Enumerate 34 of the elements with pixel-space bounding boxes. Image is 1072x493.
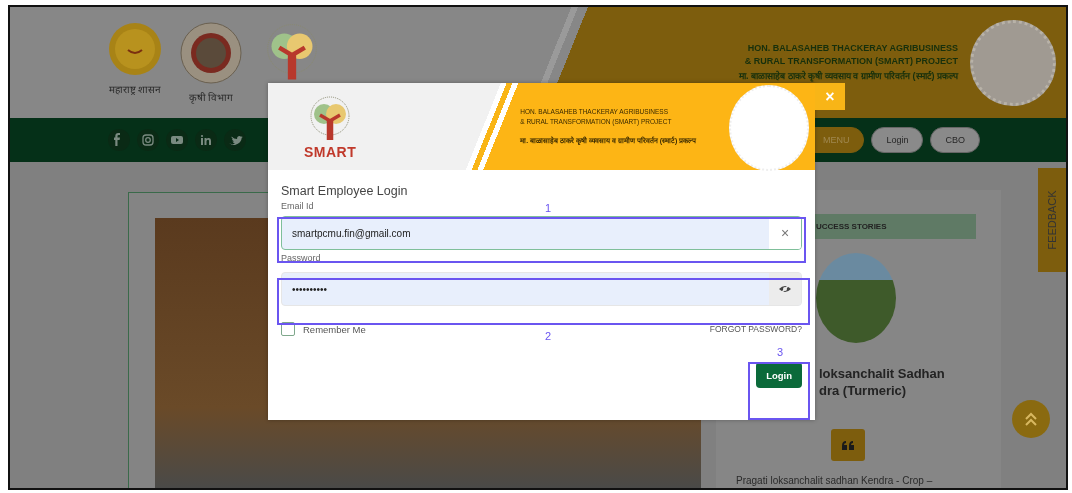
twitter-icon [224, 129, 246, 151]
field-label: Password [281, 253, 321, 263]
project-title: & RURAL TRANSFORMATION (SMART) PROJECT [744, 56, 958, 66]
checkbox-label: Remember Me [303, 323, 366, 335]
annotation-number: 2 [545, 330, 552, 342]
department-emblem-icon [180, 21, 242, 84]
forgot-password-link[interactable]: FORGOT PASSWORD? [709, 324, 802, 334]
logo-text: SMART [304, 144, 357, 159]
story-title: dra (Turmeric) [819, 382, 908, 399]
youtube-icon [166, 129, 188, 151]
annotation-box [748, 362, 810, 420]
remember-checkbox[interactable] [281, 322, 295, 336]
double-chevron-up-icon [1025, 412, 1037, 426]
linkedin-icon [195, 129, 217, 151]
show-password-button[interactable] [769, 273, 801, 305]
logo-caption: महाराष्ट्र शासन [108, 82, 162, 96]
project-title: मा. बाळासाहेब ठाकरे कृषी व्यवसाय व ग्रामीण परिवर्तन (स्मार्ट) प्रकल्प [739, 69, 958, 82]
story-title: loksanchalit Sadhan [819, 365, 946, 382]
instagram-icon [137, 129, 159, 151]
dialog-title: Smart Employee Login [281, 184, 409, 198]
project-title: HON. BALASAHEB THACKERAY AGRIBUSINESS [747, 43, 958, 53]
field-label: Email Id [281, 201, 314, 211]
story-excerpt: Pragati loksanchalit sadhan Kendra - Crop – [736, 475, 934, 486]
logo-caption: कृषी विभाग [188, 90, 234, 104]
seal-icon [108, 21, 162, 76]
clear-button[interactable]: × [769, 217, 801, 249]
login-button[interactable]: Login [756, 362, 802, 388]
facebook-icon [108, 129, 130, 151]
quote-icon [842, 440, 854, 450]
eye-slash-icon [778, 284, 792, 294]
annotation-number: 1 [545, 202, 552, 214]
annotation-number: 3 [777, 346, 784, 358]
nav-button[interactable]: Login [871, 127, 924, 153]
nav-button[interactable]: CBO [930, 127, 980, 153]
